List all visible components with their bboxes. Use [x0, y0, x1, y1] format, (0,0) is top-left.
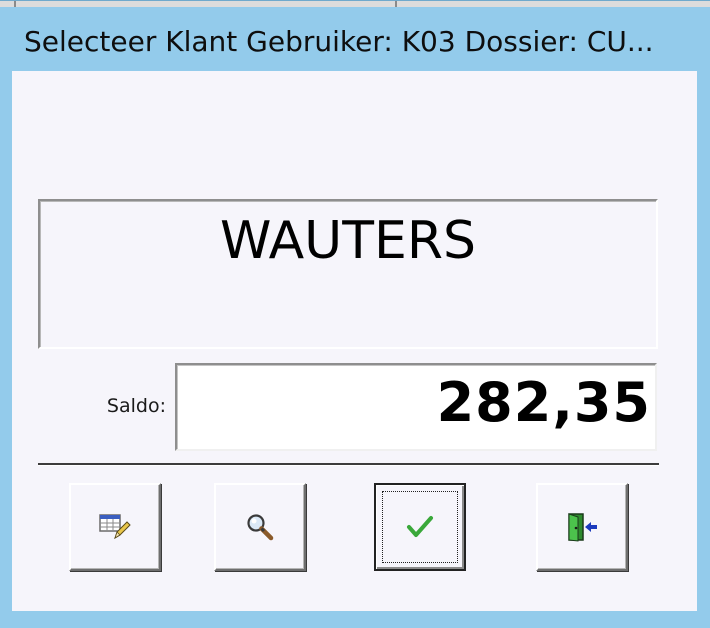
search-button[interactable] [214, 483, 306, 571]
dialog-window: Selecteer Klant Gebruiker: K03 Dossier: … [0, 0, 710, 628]
client-name-panel: WAUTERS [38, 199, 658, 349]
magnifier-icon [245, 512, 275, 542]
divider [38, 463, 659, 466]
edit-grid-icon [98, 512, 132, 542]
exit-door-icon [565, 511, 599, 543]
saldo-label: Saldo: [106, 395, 166, 417]
exit-button[interactable] [536, 483, 628, 571]
edit-button[interactable] [69, 483, 161, 571]
client-name: WAUTERS [220, 211, 476, 271]
window-bottom-frame [12, 611, 697, 617]
title-bar[interactable]: Selecteer Klant Gebruiker: K03 Dossier: … [0, 7, 710, 69]
saldo-field: 282,35 [175, 363, 657, 451]
checkmark-icon [406, 514, 434, 540]
ok-button[interactable] [374, 483, 466, 571]
saldo-value: 282,35 [436, 371, 651, 434]
window-title: Selecteer Klant Gebruiker: K03 Dossier: … [24, 25, 654, 58]
client-area: WAUTERS Saldo: 282,35 [12, 71, 697, 611]
